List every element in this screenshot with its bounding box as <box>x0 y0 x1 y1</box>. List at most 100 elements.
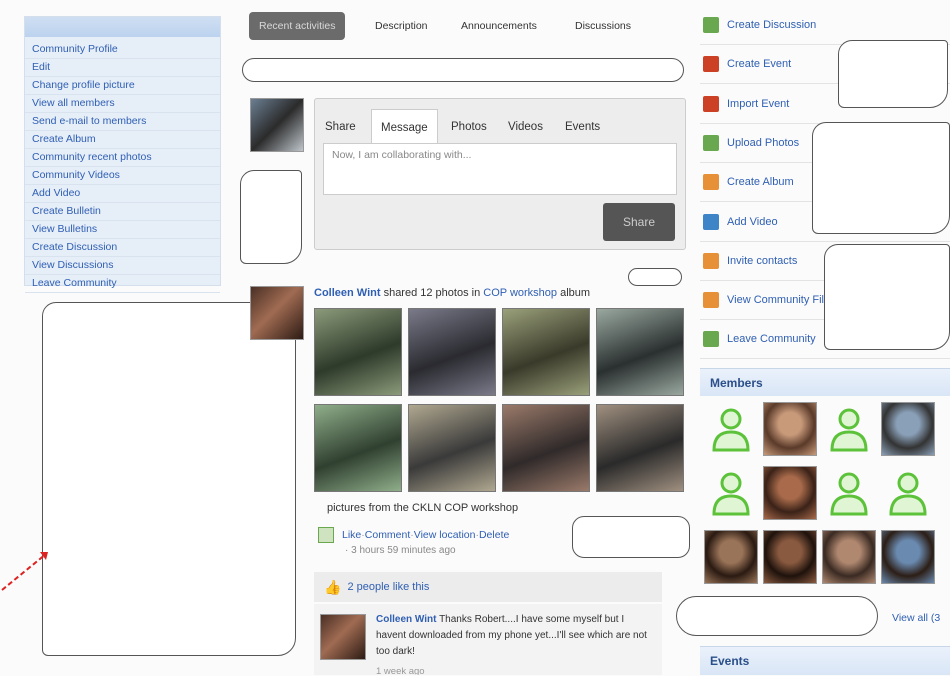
likes-bar: 👍 2 people like this <box>314 572 662 602</box>
composer-tab-videos[interactable]: Videos <box>508 121 543 133</box>
status-composer: Share Message Photos Videos Events Now, … <box>314 98 686 250</box>
sidebar-item-2[interactable]: Change profile picture <box>25 77 220 95</box>
member-avatar[interactable] <box>881 530 935 584</box>
photo-upload-icon <box>703 134 719 151</box>
tab-discussions[interactable]: Discussions <box>575 12 631 40</box>
action-label: Import Event <box>727 97 790 110</box>
message-input[interactable]: Now, I am collaborating with... <box>323 143 677 195</box>
poster-avatar[interactable] <box>250 286 304 340</box>
action-label: Leave Community <box>727 333 816 346</box>
sidebar-item-13[interactable]: Leave Community <box>25 275 220 293</box>
red-arrow-icon <box>1 552 48 591</box>
thumbs-up-icon: 👍 <box>324 578 342 595</box>
tab-description[interactable]: Description <box>375 12 428 40</box>
member-avatar[interactable] <box>763 466 817 520</box>
sidebar-item-3[interactable]: View all members <box>25 95 220 113</box>
sidebar-item-10[interactable]: View Bulletins <box>25 221 220 239</box>
member-placeholder-icon[interactable] <box>822 466 876 520</box>
sidebar-item-4[interactable]: Send e-mail to members <box>25 113 220 131</box>
sketch-right-3 <box>824 244 950 350</box>
sidebar-header <box>25 17 220 37</box>
sketch-bubble-2 <box>628 268 682 286</box>
composer-tab-photos[interactable]: Photos <box>451 121 487 133</box>
members-grid <box>700 402 950 592</box>
member-placeholder-icon[interactable] <box>822 402 876 456</box>
sketch-bubble-3 <box>572 516 690 558</box>
shared-photo-thumb[interactable] <box>502 404 590 492</box>
sidebar-item-0[interactable]: Community Profile <box>25 41 220 59</box>
view-location-link[interactable]: View location <box>414 529 476 541</box>
file-icon <box>703 292 719 309</box>
video-icon <box>703 213 719 230</box>
activity-timestamp: · 3 hours 59 minutes ago <box>345 545 456 556</box>
view-all-members-link[interactable]: View all (3 <box>892 612 940 624</box>
activity-headline: Colleen Wint shared 12 photos in COP wor… <box>314 287 694 299</box>
sidebar-item-11[interactable]: Create Discussion <box>25 239 220 257</box>
action-label: Upload Photos <box>727 136 800 149</box>
sketch-strip-top <box>242 58 684 82</box>
member-placeholder-icon[interactable] <box>704 402 758 456</box>
shared-photo-thumb[interactable] <box>314 404 402 492</box>
sidebar-item-7[interactable]: Community Videos <box>25 167 220 185</box>
member-avatar[interactable] <box>822 530 876 584</box>
commenter-link[interactable]: Colleen Wint <box>376 614 436 625</box>
sketch-box-left-large <box>42 302 296 656</box>
commenter-avatar[interactable] <box>320 614 366 660</box>
member-avatar[interactable] <box>704 530 758 584</box>
member-avatar[interactable] <box>763 402 817 456</box>
activity-album-link[interactable]: COP workshop <box>483 287 557 299</box>
shared-photo-thumb[interactable] <box>502 308 590 396</box>
sketch-box-left-small <box>240 170 302 264</box>
shared-photo-thumb[interactable] <box>408 308 496 396</box>
likes-count-link[interactable]: 2 people like this <box>347 581 429 593</box>
tab-announcements[interactable]: Announcements <box>461 12 537 40</box>
shared-photo-thumb[interactable] <box>314 308 402 396</box>
sidebar-item-8[interactable]: Add Video <box>25 185 220 203</box>
composer-tab-share[interactable]: Share <box>325 121 356 133</box>
activity-suffix: album <box>557 287 591 299</box>
members-header: Members <box>700 368 950 396</box>
composer-tab-message[interactable]: Message <box>371 109 438 146</box>
composer-tab-events[interactable]: Events <box>565 121 600 133</box>
current-user-avatar <box>250 98 304 152</box>
member-avatar[interactable] <box>763 530 817 584</box>
share-button[interactable]: Share <box>603 203 675 241</box>
comment-body: Colleen Wint Thanks Robert....I have som… <box>376 612 656 660</box>
action-label: Create Album <box>727 176 794 189</box>
action-label: Add Video <box>727 215 778 228</box>
shared-photo-thumb[interactable] <box>596 308 684 396</box>
member-avatar[interactable] <box>881 402 935 456</box>
sidebar-item-5[interactable]: Create Album <box>25 131 220 149</box>
member-placeholder-icon[interactable] <box>881 466 935 520</box>
community-sidebar: Community Profile Edit Change profile pict… <box>24 16 221 293</box>
sidebar-item-6[interactable]: Community recent photos <box>25 149 220 167</box>
shared-photo-thumb[interactable] <box>596 404 684 492</box>
member-placeholder-icon[interactable] <box>704 466 758 520</box>
sidebar-item-12[interactable]: View Discussions <box>25 257 220 275</box>
tab-recent-activities[interactable]: Recent activities <box>249 12 346 40</box>
activity-tabs: Recent activities Description Announceme… <box>249 12 679 42</box>
sketch-bubble-4 <box>676 596 878 636</box>
sidebar-item-9[interactable]: Create Bulletin <box>25 203 220 221</box>
comment-box: Colleen Wint Thanks Robert....I have som… <box>314 604 662 675</box>
shared-photo-thumb[interactable] <box>408 404 496 492</box>
activity-actions: Like · Comment · View location · Delete <box>318 527 509 543</box>
like-link[interactable]: Like <box>342 529 361 541</box>
activity-verb: shared 12 photos in <box>380 287 484 299</box>
discussion-icon <box>703 17 719 33</box>
calendar-import-icon <box>703 95 719 112</box>
action-label: Invite contacts <box>727 254 798 267</box>
sidebar-item-1[interactable]: Edit <box>25 59 220 77</box>
activity-time: 3 hours 59 minutes ago <box>351 545 456 556</box>
events-header: Events <box>700 646 950 675</box>
photo-caption: pictures from the CKLN COP workshop <box>327 502 519 514</box>
sketch-right-2 <box>812 122 950 234</box>
comment-time: 1 week ago <box>376 666 425 675</box>
delete-link[interactable]: Delete <box>479 529 509 541</box>
activity-user-link[interactable]: Colleen Wint <box>314 287 381 299</box>
album-icon <box>703 174 719 191</box>
comment-link[interactable]: Comment <box>365 529 411 541</box>
action-label: View Community File <box>727 294 831 307</box>
shared-photo-grid <box>314 308 686 492</box>
action-label: Create Event <box>727 58 792 71</box>
